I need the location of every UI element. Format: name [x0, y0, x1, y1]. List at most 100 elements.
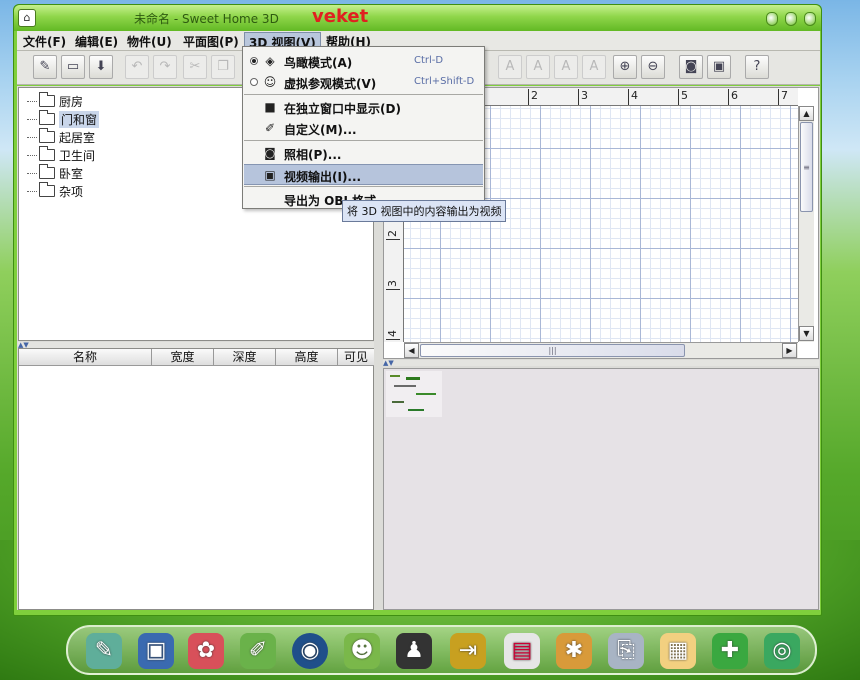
dock-media-player-icon[interactable]: ◉: [292, 633, 328, 669]
camera-icon: ◙: [264, 146, 276, 160]
save-icon[interactable]: ⬇: [89, 55, 113, 79]
menu-separator: [244, 140, 483, 141]
folder-icon: [39, 146, 55, 161]
dock-paint-palette-icon[interactable]: ✱: [556, 633, 592, 669]
scroll-down-button[interactable]: ▼: [799, 326, 814, 341]
tree-connector: [27, 118, 37, 120]
video-icon[interactable]: ▣: [707, 55, 731, 79]
menu-plan[interactable]: 平面图(P): [179, 32, 243, 50]
new-file-icon[interactable]: ✎: [33, 55, 57, 79]
redo-icon[interactable]: ↷: [153, 55, 177, 79]
scroll-thumb[interactable]: |||: [420, 344, 685, 357]
tree-item[interactable]: 杂项: [27, 182, 83, 200]
scroll-up-button[interactable]: ▲: [799, 106, 814, 121]
menu-item-video[interactable]: ▣ 视频输出(I)...: [244, 164, 483, 185]
column-header-height[interactable]: 高度: [276, 349, 338, 366]
minimize-button[interactable]: [766, 12, 778, 26]
help-icon[interactable]: ?: [745, 55, 769, 79]
menu-item-label: 视频输出(I)...: [284, 170, 362, 184]
tree-item[interactable]: 卫生间: [27, 146, 95, 164]
3d-view-menu: ◈ 鸟瞰模式(A) Ctrl-D ☺ 虚拟参观模式(V) Ctrl+Shift-…: [242, 46, 485, 209]
tree-item[interactable]: 厨房: [27, 92, 83, 110]
menu-item-aerial-view[interactable]: ◈ 鸟瞰模式(A) Ctrl-D: [244, 51, 483, 72]
menu-edit[interactable]: 编辑(E): [71, 32, 122, 50]
folder-icon: [39, 164, 55, 179]
tree-item[interactable]: 卧室: [27, 164, 83, 182]
tree-connector: [27, 172, 37, 174]
customize-brush-icon: ✐: [264, 121, 276, 135]
app-icon[interactable]: ⌂: [18, 9, 36, 27]
column-header-width[interactable]: 宽度: [152, 349, 214, 366]
dock-usb-icon[interactable]: ⎘: [608, 633, 644, 669]
menu-file[interactable]: 文件(F): [19, 32, 70, 50]
tree-item-label: 厨房: [59, 94, 84, 109]
folder-icon: [39, 128, 55, 143]
text-size-icon[interactable]: A: [526, 55, 550, 79]
menu-item-label: 在独立窗口中显示(D): [284, 102, 401, 116]
ruler-tick: 7: [778, 89, 788, 105]
column-header-depth[interactable]: 深度: [214, 349, 276, 366]
menu-item-photo[interactable]: ◙ 照相(P)...: [244, 143, 483, 164]
bold-text-icon[interactable]: A: [554, 55, 578, 79]
ruler-tick: 4: [628, 89, 638, 105]
cut-icon[interactable]: ✂: [183, 55, 207, 79]
undo-icon[interactable]: ↶: [125, 55, 149, 79]
dock-exit-icon[interactable]: ⇥: [450, 633, 486, 669]
desktop-dock: ✎ ▣ ✿ ✐ ◉ ☻ ♟ ⇥ ▤ ✱ ⎘ ▦ ✚ ◎: [66, 625, 817, 675]
scroll-thumb[interactable]: ≡: [800, 122, 813, 212]
dock-calendar-icon[interactable]: ▦: [660, 633, 696, 669]
menu-item-customize[interactable]: ✐ 自定义(M)...: [244, 118, 483, 139]
dock-mascot-icon[interactable]: ✿: [188, 633, 224, 669]
tree-item[interactable]: 门和窗: [27, 110, 100, 128]
menu-separator: [244, 94, 483, 95]
folder-icon: [39, 110, 55, 125]
menu-item-shortcut: Ctrl-D: [414, 55, 444, 66]
open-folder-icon[interactable]: ▭: [61, 55, 85, 79]
scroll-left-button[interactable]: ◀: [404, 343, 419, 358]
copy-icon[interactable]: ❐: [211, 55, 235, 79]
aerial-view-icon: ◈: [265, 54, 275, 68]
visitor-icon: ☺: [263, 75, 277, 89]
maximize-button[interactable]: [785, 12, 797, 26]
dock-camera-icon[interactable]: ◎: [764, 633, 800, 669]
title-bar[interactable]: ⌂ 未命名 - Sweet Home 3D veket: [14, 5, 821, 31]
menu-item-shortcut: Ctrl+Shift-D: [414, 76, 475, 87]
dock-messenger-icon[interactable]: ☻: [344, 633, 380, 669]
dock-drawing-app-icon[interactable]: ✎: [86, 633, 122, 669]
dock-editor-icon[interactable]: ✐: [240, 633, 276, 669]
video-icon: ▣: [264, 168, 276, 182]
menu-furniture[interactable]: 物件(U): [123, 32, 176, 50]
folder-icon: [39, 92, 55, 107]
tree-item[interactable]: 起居室: [27, 128, 95, 146]
dock-penguin-icon[interactable]: ♟: [396, 633, 432, 669]
menu-item-separate-window[interactable]: ■ 在独立窗口中显示(D): [244, 97, 483, 118]
ruler-tick: 6: [728, 89, 738, 105]
close-button[interactable]: [804, 12, 816, 26]
tree-item-label: 杂项: [59, 184, 84, 199]
ruler-tick: 3: [578, 89, 588, 105]
column-header-name[interactable]: 名称: [19, 349, 152, 366]
ruler-tick: 5: [678, 89, 688, 105]
tree-item-label: 卧室: [59, 166, 84, 181]
radio-unselected: [250, 78, 258, 86]
menu-item-virtual-visit[interactable]: ☺ 虚拟参观模式(V) Ctrl+Shift-D: [244, 72, 483, 93]
dock-computer-icon[interactable]: ▣: [138, 633, 174, 669]
plan-horizontal-scrollbar[interactable]: ◀ ||| ▶: [404, 342, 798, 358]
menu-item-label: 自定义(M)...: [284, 123, 357, 137]
tree-item-label: 卫生间: [59, 148, 96, 163]
3d-view[interactable]: [383, 368, 819, 610]
tooltip: 将 3D 视图中的内容输出为视频: [342, 200, 507, 222]
camera-icon[interactable]: ◙: [679, 55, 703, 79]
furniture-table[interactable]: 名称 宽度 深度 高度 可见: [18, 348, 374, 610]
ruler-tick: 2: [528, 89, 538, 105]
dock-chart-icon[interactable]: ▤: [504, 633, 540, 669]
text-style-icon[interactable]: A: [498, 55, 522, 79]
column-header-visible[interactable]: 可见: [338, 349, 374, 366]
zoom-in-icon[interactable]: ⊕: [613, 55, 637, 79]
right-splitter[interactable]: ▲▼: [383, 360, 819, 367]
dock-game-icon[interactable]: ✚: [712, 633, 748, 669]
plan-vertical-scrollbar[interactable]: ▲ ≡ ▼: [798, 106, 814, 342]
scroll-right-button[interactable]: ▶: [782, 343, 797, 358]
italic-text-icon[interactable]: A: [582, 55, 606, 79]
zoom-out-icon[interactable]: ⊖: [641, 55, 665, 79]
